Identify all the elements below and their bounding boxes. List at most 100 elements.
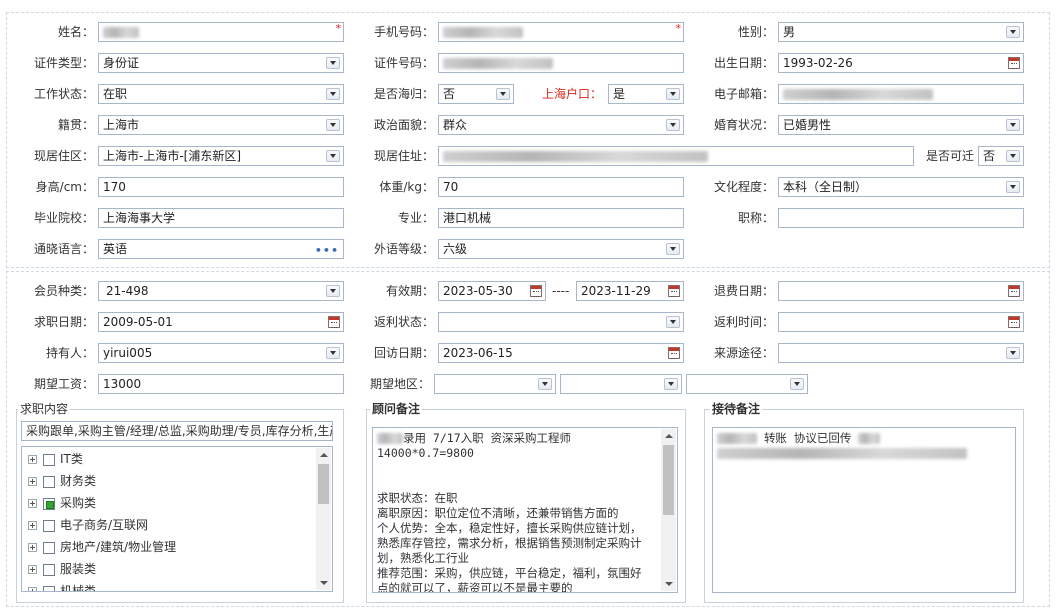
salary-field[interactable]: 13000 <box>98 374 344 394</box>
name-field[interactable]: * <box>98 22 344 42</box>
chevron-down-icon[interactable] <box>326 119 340 131</box>
checkbox[interactable] <box>43 563 55 576</box>
chevron-down-icon[interactable] <box>664 378 678 390</box>
chevron-down-icon[interactable] <box>1006 26 1020 38</box>
chevron-down-icon[interactable] <box>326 57 340 69</box>
address-label: 现居住址： <box>373 149 434 163</box>
tree-item-realestate[interactable]: 房地产/建筑/物业管理 <box>28 537 176 557</box>
returnee-select[interactable]: 否 <box>438 84 514 104</box>
reception-notes-textarea[interactable]: 转账 协议已回传 <box>712 427 1016 593</box>
tree-item-label: 机械类 <box>60 584 97 592</box>
chevron-down-icon[interactable] <box>538 378 552 390</box>
expand-icon[interactable] <box>28 521 37 530</box>
tree-item-ecommerce[interactable]: 电子商务/互联网 <box>28 515 148 535</box>
chevron-down-icon[interactable] <box>666 316 680 328</box>
marital-select[interactable]: 已婚男性 <box>778 115 1024 135</box>
idno-field[interactable] <box>438 53 684 73</box>
region-district-select[interactable] <box>686 374 808 394</box>
tree-item-finance[interactable]: 财务类 <box>28 471 96 491</box>
checkbox[interactable] <box>43 475 55 488</box>
work-status-select[interactable]: 在职 <box>98 84 344 104</box>
relocate-select[interactable]: 否 <box>978 146 1024 166</box>
advisor-notes-textarea[interactable]: 录用 7/17入职 资深采购工程师 14000*0.7=9800 求职状态：在职… <box>372 427 678 593</box>
tree-item-purchasing[interactable]: 采购类 <box>28 493 96 513</box>
expand-icon[interactable] <box>28 455 37 464</box>
native-select[interactable]: 上海市 <box>98 115 344 135</box>
expand-icon[interactable] <box>28 499 37 508</box>
job-summary-field[interactable]: 采购跟单,采购主管/经理/总监,采购助理/专员,库存分析,生产 <box>21 421 333 441</box>
valid-from-field[interactable]: 2023-05-30 <box>438 281 546 301</box>
major-field[interactable]: 港口机械 <box>438 208 684 228</box>
checkbox[interactable] <box>43 519 55 532</box>
holder-select[interactable]: yirui005 <box>98 343 344 363</box>
expand-icon[interactable] <box>28 477 37 486</box>
refund-date-field[interactable] <box>778 281 1024 301</box>
job-date-field[interactable]: 2009-05-01 <box>98 312 344 332</box>
region-province-select[interactable] <box>434 374 556 394</box>
hukou-select[interactable]: 是 <box>608 84 684 104</box>
scroll-up-icon[interactable] <box>665 434 673 438</box>
chevron-down-icon[interactable] <box>326 285 340 297</box>
gender-select[interactable]: 男 <box>778 22 1024 42</box>
phone-redacted <box>443 27 523 38</box>
chevron-down-icon[interactable] <box>326 347 340 359</box>
tree-item-machinery[interactable]: 机械类 <box>28 581 97 592</box>
chevron-down-icon[interactable] <box>496 88 510 100</box>
calendar-icon[interactable] <box>1008 285 1020 297</box>
calendar-icon[interactable] <box>1008 316 1020 328</box>
calendar-icon[interactable] <box>328 316 340 328</box>
education-select[interactable]: 本科（全日制） <box>778 177 1024 197</box>
address-field[interactable] <box>438 146 914 166</box>
source-select[interactable] <box>778 343 1024 363</box>
phone-field[interactable]: * <box>438 22 684 42</box>
expand-icon[interactable] <box>28 543 37 552</box>
visit-date-field[interactable]: 2023-06-15 <box>438 343 684 363</box>
scroll-thumb[interactable] <box>663 445 674 515</box>
chevron-down-icon[interactable] <box>666 243 680 255</box>
rebate-time-field[interactable] <box>778 312 1024 332</box>
scroll-down-icon[interactable] <box>665 582 673 586</box>
weight-field[interactable]: 70 <box>438 177 684 197</box>
school-field[interactable]: 上海海事大学 <box>98 208 344 228</box>
job-title-field[interactable] <box>778 208 1024 228</box>
area-select[interactable]: 上海市-上海市-[浦东新区] <box>98 146 344 166</box>
tree-item-it[interactable]: IT类 <box>28 449 83 469</box>
calendar-icon[interactable] <box>668 347 680 359</box>
member-type-select[interactable]: 21-498 <box>98 281 344 301</box>
calendar-icon[interactable] <box>1008 57 1020 69</box>
valid-to-field[interactable]: 2023-11-29 <box>576 281 684 301</box>
expand-icon[interactable] <box>28 587 37 591</box>
idtype-select[interactable]: 身份证 <box>98 53 344 73</box>
expand-icon[interactable] <box>28 565 37 574</box>
checkbox-partial[interactable] <box>43 497 55 510</box>
more-icon[interactable]: ••• <box>315 242 339 258</box>
chevron-down-icon[interactable] <box>1006 150 1020 162</box>
tree-scrollbar[interactable] <box>316 448 331 590</box>
chevron-down-icon[interactable] <box>1006 347 1020 359</box>
calendar-icon[interactable] <box>668 285 680 297</box>
scroll-thumb[interactable] <box>318 464 329 504</box>
advisor-notes-scrollbar[interactable] <box>661 429 676 591</box>
language-field[interactable]: 英语 ••• <box>98 239 344 259</box>
chevron-down-icon[interactable] <box>790 378 804 390</box>
chevron-down-icon[interactable] <box>326 150 340 162</box>
checkbox[interactable] <box>43 453 55 466</box>
chevron-down-icon[interactable] <box>666 119 680 131</box>
chevron-down-icon[interactable] <box>326 88 340 100</box>
foreign-level-select[interactable]: 六级 <box>438 239 684 259</box>
tree-item-apparel[interactable]: 服装类 <box>28 559 96 579</box>
political-select[interactable]: 群众 <box>438 115 684 135</box>
calendar-icon[interactable] <box>530 285 542 297</box>
rebate-status-select[interactable] <box>438 312 684 332</box>
chevron-down-icon[interactable] <box>1006 181 1020 193</box>
scroll-up-icon[interactable] <box>320 453 328 457</box>
checkbox[interactable] <box>43 585 55 591</box>
region-city-select[interactable] <box>560 374 682 394</box>
height-field[interactable]: 170 <box>98 177 344 197</box>
scroll-down-icon[interactable] <box>320 581 328 585</box>
chevron-down-icon[interactable] <box>1006 119 1020 131</box>
chevron-down-icon[interactable] <box>666 88 680 100</box>
birth-date-field[interactable]: 1993-02-26 <box>778 53 1024 73</box>
checkbox[interactable] <box>43 541 55 554</box>
email-field[interactable] <box>778 84 1024 104</box>
